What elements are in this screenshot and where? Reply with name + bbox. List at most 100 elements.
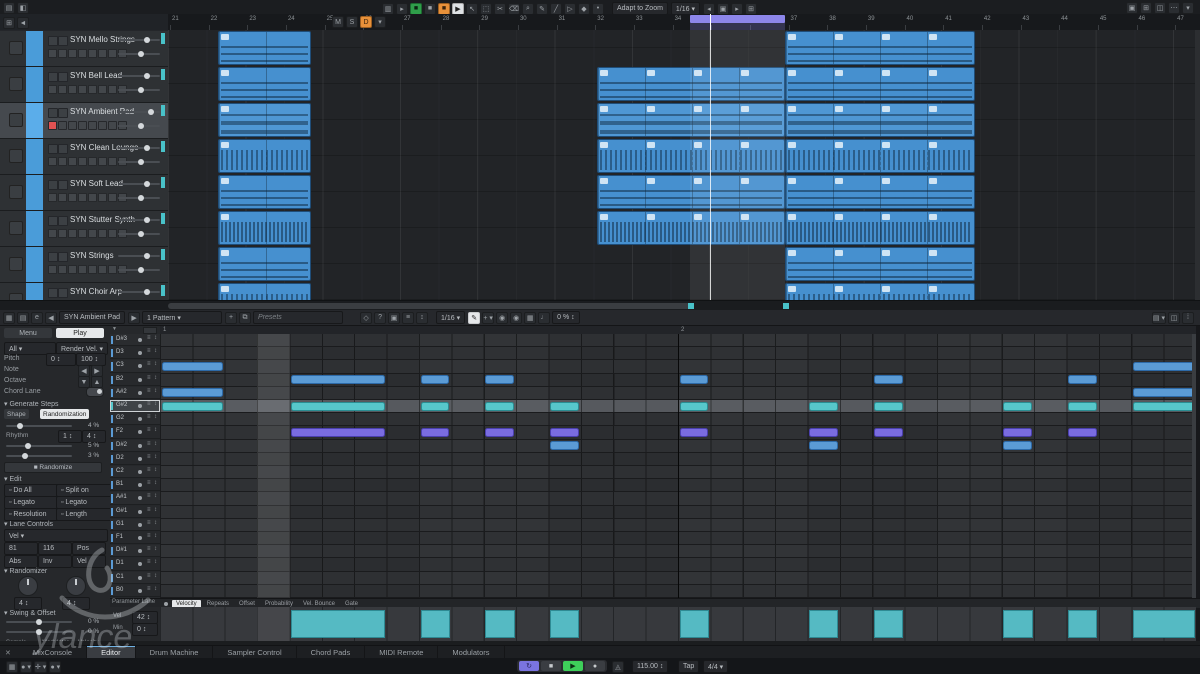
midi-clip[interactable] [218, 175, 311, 209]
lane-drag-icon[interactable]: ↕ [154, 401, 157, 407]
freeze-icon[interactable] [78, 85, 87, 94]
midi-clip[interactable] [218, 67, 311, 101]
lane-drag-icon[interactable]: ↕ [154, 467, 157, 473]
lane-header[interactable]: F1≡↕ [110, 532, 160, 544]
pan-slider-handle[interactable] [138, 159, 144, 165]
monitor-button[interactable]: D [360, 16, 372, 28]
lane-control-value[interactable]: 116 [38, 542, 72, 555]
pattern-note-blue[interactable] [291, 375, 385, 384]
freeze-icon[interactable] [78, 121, 87, 130]
close-lower-zone[interactable]: ✕ [5, 649, 11, 657]
monitor-button[interactable]: M [332, 16, 344, 28]
record-arm-icon[interactable] [48, 265, 57, 274]
solo-button[interactable] [58, 72, 68, 82]
pattern-note-blue[interactable] [680, 375, 709, 384]
position-knob[interactable] [18, 576, 38, 596]
cycle-region[interactable] [690, 15, 785, 23]
tool-icon[interactable]: ⌕ [522, 3, 534, 15]
lane-controls-dropdown[interactable]: Vel ▾ [4, 529, 108, 542]
pattern-note-purple[interactable] [809, 428, 838, 437]
draw-tool-button[interactable]: ✎ [468, 312, 480, 324]
pattern-note-teal[interactable] [1068, 402, 1097, 411]
lane-menu-icon[interactable]: ≡ [147, 414, 151, 420]
pattern-note-blue[interactable] [1003, 441, 1032, 450]
read-icon[interactable] [98, 121, 107, 130]
velocity-bar[interactable] [874, 610, 903, 638]
record-arm-icon[interactable] [48, 121, 57, 130]
solo-button[interactable] [58, 144, 68, 154]
tool-icon[interactable]: ■ [424, 3, 436, 15]
pattern-note-teal[interactable] [162, 402, 223, 411]
lane-header[interactable]: G2≡↕ [110, 413, 160, 425]
track-header[interactable]: SYN Clean Lounge [0, 139, 168, 175]
velocity-bar[interactable] [550, 610, 579, 638]
inspector-section-header[interactable]: ▾ Edit [4, 475, 104, 483]
lane-menu-icon[interactable]: ≡ [147, 454, 151, 460]
lane-mute-dot[interactable] [138, 536, 142, 540]
mute-button[interactable] [48, 36, 58, 46]
lane-drag-icon[interactable]: ↕ [154, 493, 157, 499]
tool-icon[interactable]: ▷ [564, 3, 576, 15]
lane-mute-dot[interactable] [138, 562, 142, 566]
pan-slider[interactable] [118, 161, 160, 163]
density-slider[interactable] [6, 445, 72, 447]
lane-menu-icon[interactable]: ≡ [147, 335, 151, 341]
record-arm-icon[interactable] [48, 157, 57, 166]
pattern-note-purple[interactable] [874, 428, 903, 437]
window-icon[interactable]: ▤ [3, 2, 15, 14]
track-header[interactable]: SYN Mello Strings [0, 31, 168, 67]
presets-field[interactable]: Presets [253, 311, 343, 324]
lane-header[interactable]: D2≡↕ [110, 453, 160, 465]
pattern-note-blue[interactable] [485, 375, 514, 384]
volume-slider-handle[interactable] [144, 253, 150, 259]
lane-mute-dot[interactable] [138, 404, 142, 408]
monitor-icon[interactable] [58, 121, 67, 130]
lane-drag-icon[interactable]: ↕ [154, 546, 157, 552]
midi-clip[interactable] [218, 31, 311, 65]
pan-slider[interactable] [118, 125, 160, 127]
slider-handle[interactable] [36, 619, 42, 625]
track-header[interactable]: SYN Soft Lead [0, 175, 168, 211]
velocity-bar[interactable] [291, 610, 385, 638]
deviation-slider[interactable] [6, 455, 72, 457]
lane-drag-icon[interactable]: ↕ [154, 586, 157, 592]
lane-menu-icon[interactable]: ≡ [147, 361, 151, 367]
lane-icon[interactable] [88, 121, 97, 130]
lane-menu-icon[interactable]: ≡ [147, 401, 151, 407]
transport-option-icon[interactable]: ● ▾ [49, 661, 61, 673]
pattern-note-purple[interactable] [485, 428, 514, 437]
lane-mute-dot[interactable] [138, 378, 142, 382]
pattern-note-teal[interactable] [809, 402, 838, 411]
tool-icon[interactable]: ▸ [731, 3, 743, 15]
tool-icon[interactable]: • [592, 3, 604, 15]
inspector-tab-play[interactable]: Play [56, 328, 104, 338]
hscroll-thumb[interactable] [168, 303, 690, 309]
write-icon[interactable] [108, 157, 117, 166]
pattern-action-icon[interactable]: + [225, 312, 237, 324]
inspector-section-header[interactable]: ▾ Randomizer [4, 567, 104, 575]
lane-header[interactable]: G1≡↕ [110, 519, 160, 531]
monitor-icon[interactable] [58, 265, 67, 274]
pattern-note-blue[interactable] [1068, 375, 1097, 384]
editor-option-icon[interactable]: ◉ [496, 312, 508, 324]
pan-slider[interactable] [118, 197, 160, 199]
pattern-note-purple[interactable] [680, 428, 709, 437]
lane-mute-dot[interactable] [138, 576, 142, 580]
pattern-note-teal[interactable] [550, 402, 579, 411]
write-icon[interactable] [108, 265, 117, 274]
editor-view-icon[interactable]: ▦ [3, 312, 15, 324]
freeze-icon[interactable] [78, 265, 87, 274]
editor-tool-icon[interactable]: ↕ [416, 312, 428, 324]
lane-header[interactable]: F2≡↕ [110, 426, 160, 438]
velocity-bar[interactable] [1003, 610, 1032, 638]
lane-header[interactable]: C1≡↕ [110, 572, 160, 584]
lane-header[interactable]: C3≡↕ [110, 360, 160, 372]
read-icon[interactable] [98, 49, 107, 58]
volume-slider[interactable] [118, 39, 160, 41]
editor-quantize-select[interactable]: 1/16 ▾ [436, 311, 465, 324]
volume-slider-handle[interactable] [144, 181, 150, 187]
edit-channel-icon[interactable] [68, 265, 77, 274]
lane-menu-icon[interactable]: ≡ [147, 546, 151, 552]
arrangement-area[interactable] [168, 30, 1200, 300]
pattern-note-blue[interactable] [162, 388, 223, 397]
